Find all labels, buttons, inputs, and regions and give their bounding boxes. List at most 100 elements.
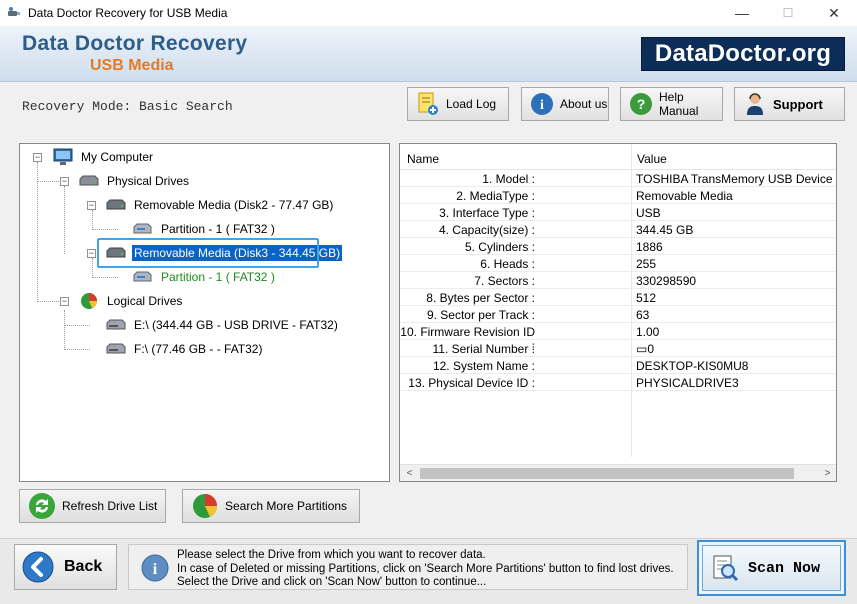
property-name: 3. Interface Type :: [439, 206, 535, 220]
property-value: 63: [636, 308, 650, 322]
tree-node-disk2[interactable]: Removable Media (Disk2 - 77.47 GB): [105, 195, 335, 215]
scan-document-icon: [713, 555, 739, 582]
refresh-label: Refresh Drive List: [62, 499, 158, 513]
about-us-button[interactable]: i About us: [521, 87, 609, 121]
expand-my-computer[interactable]: −: [33, 153, 42, 162]
help-manual-label: Help Manual: [659, 90, 699, 118]
column-header-name[interactable]: Name: [407, 152, 439, 166]
log-file-icon: [416, 92, 440, 116]
minimize-button[interactable]: —: [719, 0, 765, 26]
info-icon: i: [530, 92, 554, 116]
property-name: 11. Serial Number :: [432, 342, 536, 356]
tree-node-drive-f[interactable]: F:\ (77.46 GB - - FAT32): [105, 339, 264, 359]
property-value: 1.00: [636, 325, 660, 339]
property-value: DESKTOP-KIS0MU8: [636, 359, 749, 373]
property-row[interactable]: 7. Sectors : 330298590: [400, 272, 836, 289]
property-value: 344.45 GB: [636, 223, 694, 237]
search-more-partitions-button[interactable]: Search More Partitions: [182, 489, 360, 523]
support-person-icon: [743, 92, 767, 116]
expand-disk3[interactable]: −: [87, 249, 96, 258]
column-header-value[interactable]: Value: [637, 152, 667, 166]
close-button[interactable]: ✕: [811, 0, 857, 26]
property-value: USB: [636, 206, 661, 220]
support-label: Support: [773, 96, 823, 112]
property-name: 8. Bytes per Sector :: [426, 291, 535, 305]
property-row[interactable]: 13. Physical Device ID : PHYSICALDRIVE3: [400, 374, 836, 391]
property-row[interactable]: 2. MediaType : Removable Media: [400, 187, 836, 204]
drive-properties-list[interactable]: Name Value 1. Model : TOSHIBA TransMemory…: [399, 143, 837, 482]
window-title: Data Doctor Recovery for USB Media: [28, 6, 228, 20]
scan-now-label: Scan Now: [748, 559, 821, 577]
load-log-label: Load Log: [446, 97, 497, 111]
tree-node-disk2-partition[interactable]: Partition - 1 ( FAT32 ): [132, 219, 277, 239]
tree-node-logical-drives[interactable]: Logical Drives: [78, 291, 184, 311]
partition-pie-icon: [191, 492, 219, 520]
tree-node-my-computer[interactable]: My Computer: [52, 147, 155, 167]
property-row[interactable]: 3. Interface Type : USB: [400, 204, 836, 221]
hard-drive-icon: [78, 173, 100, 189]
property-value: 255: [636, 257, 657, 271]
property-row[interactable]: 8. Bytes per Sector : 512: [400, 289, 836, 306]
recovery-mode-label: Recovery Mode: Basic Search: [22, 99, 233, 114]
scroll-right-icon[interactable]: >: [819, 465, 836, 481]
maximize-button[interactable]: ☐: [765, 0, 811, 26]
drive-icon: [105, 341, 127, 357]
pie-chart-icon: [78, 293, 100, 309]
tree-node-drive-e[interactable]: E:\ (344.44 GB - USB DRIVE - FAT32): [105, 315, 340, 335]
instruction-box: i Please select the Drive from which you…: [128, 544, 688, 590]
back-label: Back: [64, 558, 103, 575]
property-value: ▭0: [636, 342, 655, 356]
scroll-left-icon[interactable]: <: [401, 465, 418, 481]
property-row[interactable]: 10. Firmware Revision ID :1.00: [400, 323, 836, 353]
tree-node-disk3-partition[interactable]: Partition - 1 ( FAT32 ): [132, 267, 277, 287]
app-window: Data Doctor Recovery for USB Media — ☐ ✕…: [0, 0, 857, 604]
horizontal-scrollbar[interactable]: < >: [400, 464, 836, 481]
usb-app-icon: [8, 7, 20, 16]
help-manual-button[interactable]: ? Help Manual: [620, 87, 723, 121]
back-button[interactable]: Back: [14, 544, 117, 590]
scan-now-button[interactable]: Scan Now: [697, 540, 846, 596]
info-icon: i: [141, 554, 169, 582]
property-name: 13. Physical Device ID :: [408, 376, 535, 390]
property-name: 4. Capacity(size) :: [438, 223, 535, 237]
brand-logo: DataDoctor.org: [641, 37, 845, 71]
computer-icon: [52, 148, 74, 165]
property-row[interactable]: 11. Serial Number : ▭0: [400, 340, 836, 357]
partition-icon: [132, 269, 154, 285]
property-row[interactable]: 12. System Name : DESKTOP-KIS0MU8: [400, 357, 836, 374]
tree-node-physical-drives[interactable]: Physical Drives: [78, 171, 191, 191]
property-row[interactable]: 1. Model : TOSHIBA TransMemory USB Device: [400, 170, 836, 187]
property-row[interactable]: 6. Heads : 255: [400, 255, 836, 272]
properties-header: Name Value: [400, 144, 836, 170]
svg-text:?: ?: [637, 96, 646, 112]
scrollbar-thumb[interactable]: [420, 468, 794, 479]
svg-text:i: i: [153, 561, 158, 578]
property-row[interactable]: 5. Cylinders : 1886: [400, 238, 836, 255]
property-value: Removable Media: [636, 189, 733, 203]
refresh-drive-list-button[interactable]: Refresh Drive List: [19, 489, 166, 523]
instruction-text: Please select the Drive from which you w…: [177, 549, 674, 588]
product-subtitle: USB Media: [90, 57, 174, 74]
expand-physical-drives[interactable]: −: [60, 177, 69, 186]
back-arrow-icon: [22, 551, 54, 583]
property-row[interactable]: 4. Capacity(size) : 344.45 GB: [400, 221, 836, 238]
property-value: TOSHIBA TransMemory USB Device: [636, 172, 833, 186]
support-button[interactable]: Support: [734, 87, 845, 121]
property-row[interactable]: 9. Sector per Track : 63: [400, 306, 836, 323]
removable-drive-icon: [105, 197, 127, 213]
property-name: 12. System Name :: [432, 359, 535, 373]
header-banner: Data Doctor Recovery USB Media DataDocto…: [0, 26, 857, 82]
title-bar: Data Doctor Recovery for USB Media — ☐ ✕: [0, 0, 857, 26]
search-more-label: Search More Partitions: [225, 499, 348, 513]
expand-logical-drives[interactable]: −: [60, 297, 69, 306]
expand-disk2[interactable]: −: [87, 201, 96, 210]
refresh-icon: [28, 492, 56, 520]
product-title: Data Doctor Recovery: [22, 32, 248, 55]
property-name: 6. Heads :: [480, 257, 535, 271]
help-icon: ?: [629, 92, 653, 116]
svg-text:i: i: [540, 98, 544, 113]
property-name: 2. MediaType :: [456, 189, 535, 203]
load-log-button[interactable]: Load Log: [407, 87, 509, 121]
drive-tree[interactable]: − My Computer − Physical Drives − Remova…: [19, 143, 390, 482]
property-value: 512: [636, 291, 657, 305]
